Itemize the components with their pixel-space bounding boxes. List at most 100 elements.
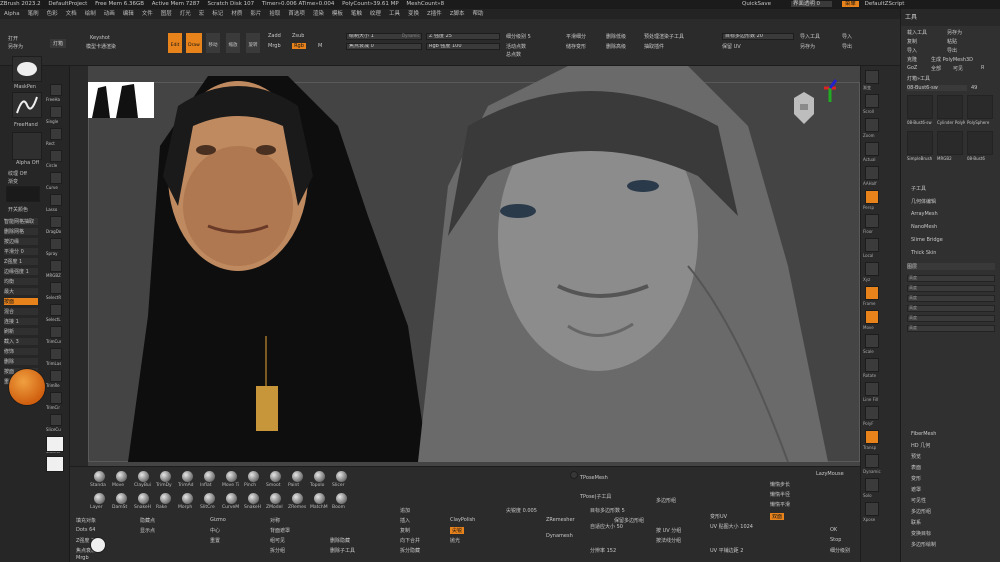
draw-button[interactable]: Draw	[186, 33, 202, 53]
tool-thumbnail[interactable]	[967, 95, 993, 119]
zsub-label[interactable]: Zsub	[292, 33, 304, 39]
right-tray-button[interactable]	[865, 310, 879, 324]
control-polygroups-by-uv[interactable]: 按 UV 分组	[656, 527, 681, 534]
stroke-tool-button[interactable]	[50, 128, 62, 140]
all-button[interactable]: 全部	[931, 65, 941, 72]
layer-slider[interactable]	[907, 285, 995, 292]
right-tray-button[interactable]	[865, 238, 879, 252]
material-sphere[interactable]	[90, 537, 106, 553]
menu-item[interactable]: Z插件	[427, 11, 442, 17]
saveas-tool-button[interactable]: 另存为	[947, 29, 962, 36]
control-backface[interactable]: 背面遮罩	[270, 527, 290, 534]
export-tool-item[interactable]: 导出	[947, 47, 957, 54]
left-tray-row[interactable]: 智能网格抽取	[4, 218, 38, 225]
menu-item[interactable]: 绘制	[85, 11, 96, 17]
control-group-split[interactable]: 拆分组	[270, 547, 285, 554]
control-group-normals[interactable]: 按法线分组	[656, 537, 681, 544]
layer-slider[interactable]	[907, 295, 995, 302]
copy-tool-button[interactable]: 复制	[907, 38, 917, 45]
default-zscript[interactable]: DefaultZScript	[865, 1, 905, 7]
right-tray-button[interactable]	[865, 94, 879, 108]
left-tray-row[interactable]: 均衡	[4, 278, 38, 285]
goz-button[interactable]: GoZ	[907, 65, 917, 71]
right-tray-button[interactable]	[865, 454, 879, 468]
brush-button[interactable]	[292, 493, 303, 504]
keep-uv-toggle[interactable]: 保留 UV	[722, 43, 741, 50]
move-button[interactable]: 移动	[206, 33, 220, 53]
paste-tool-button[interactable]: 粘贴	[947, 38, 957, 45]
control-lazy-smooth[interactable]: 懒惰平滑	[770, 501, 790, 508]
menu-item[interactable]: 文档	[66, 11, 77, 17]
control-delete-hidden[interactable]: 删除隐藏	[330, 537, 350, 544]
brush-button[interactable]	[314, 493, 325, 504]
control-gizmo[interactable]: Gizmo	[210, 517, 226, 523]
control-morph-uv[interactable]: 变形UV	[710, 513, 727, 520]
menu-item[interactable]: 灯光	[180, 11, 191, 17]
stroke-tool-button[interactable]	[50, 84, 62, 96]
menu-item[interactable]: 笔刷	[28, 11, 39, 17]
stroke-tool-button[interactable]	[50, 172, 62, 184]
control-del-sub[interactable]: 删除子工具	[330, 547, 355, 554]
menu-item[interactable]: 动画	[104, 11, 115, 17]
right-tray-button[interactable]	[865, 190, 879, 204]
brush-button[interactable]	[116, 471, 127, 482]
right-tray-button[interactable]	[865, 358, 879, 372]
zremesh-label[interactable]: 抽取插件	[644, 43, 664, 50]
brush-button[interactable]	[270, 493, 281, 504]
left-tray-row[interactable]: 修饰	[4, 348, 38, 355]
control-clay-polish[interactable]: ClayPolish	[450, 517, 475, 523]
dynamic-label[interactable]: Dynamic	[402, 33, 420, 38]
zadd-label[interactable]: Zadd	[268, 33, 281, 39]
del-lower-button[interactable]: 删除低级	[606, 33, 626, 40]
brush-button[interactable]	[160, 471, 171, 482]
subtool-menu-item[interactable]: NanoMesh	[911, 224, 937, 230]
left-tray-row[interactable]: 截入 3	[4, 338, 38, 345]
right-tray-button[interactable]	[865, 118, 879, 132]
menus-button[interactable]: 菜单	[841, 1, 859, 7]
menu-item[interactable]: 影片	[250, 11, 261, 17]
layer-slider[interactable]	[907, 325, 995, 332]
tool-subpalette[interactable]: 多边形组	[911, 508, 931, 515]
left-tray-row[interactable]: 最大	[4, 288, 38, 295]
open-button[interactable]: 打开	[8, 35, 18, 42]
menu-item[interactable]: 文件	[142, 11, 153, 17]
document-canvas[interactable]	[88, 66, 860, 466]
tool-subpalette[interactable]: 预览	[911, 453, 921, 460]
control-ok[interactable]: OK	[830, 527, 837, 533]
lightbox-tools-button[interactable]: 灯箱»工具	[907, 75, 930, 82]
brush-button[interactable]	[94, 471, 105, 482]
left-tray-row[interactable]: 按面	[4, 298, 38, 305]
edit-button[interactable]: Edit	[168, 33, 182, 53]
make-polymesh-button[interactable]: 生成 PolyMesh3D	[931, 56, 973, 63]
subdivision-label[interactable]: 细分级别 5	[506, 33, 531, 40]
export-button[interactable]: 导出	[842, 43, 852, 50]
brush-button[interactable]	[314, 471, 325, 482]
tool-subpalette[interactable]: 表面	[911, 464, 921, 471]
right-tray-button[interactable]	[865, 502, 879, 516]
left-tray-row[interactable]: 删除	[4, 358, 38, 365]
stroke-tool-button[interactable]	[50, 238, 62, 250]
smooth-subdiv-button[interactable]: 平滑细分	[566, 33, 586, 40]
menu-item[interactable]: 宏	[199, 11, 205, 17]
control-lazy-step[interactable]: 懒惰步长	[770, 481, 790, 488]
lightbox-button[interactable]: 灯箱	[50, 39, 67, 48]
alpha-thumbnail[interactable]	[12, 56, 42, 82]
tool-thumbnail[interactable]	[937, 131, 963, 155]
target-poly-slider[interactable]: 目标多边形数 20	[722, 33, 794, 40]
control-polish[interactable]: 抛光	[450, 537, 460, 544]
right-tray-button[interactable]	[865, 214, 879, 228]
control-symmetry[interactable]: 对称	[270, 517, 280, 524]
main-color-swatch[interactable]	[46, 436, 64, 452]
control-lazy-radius[interactable]: 懒惰半径	[770, 491, 790, 498]
control-uv-tiles[interactable]: UV 平铺边距 2	[710, 547, 743, 554]
menu-item[interactable]: Alpha	[4, 11, 20, 17]
right-tray-button[interactable]	[865, 70, 879, 84]
import2-button[interactable]: 导入	[842, 33, 852, 40]
mrgb-button[interactable]: Mrgb	[268, 43, 281, 49]
tool-subpalette[interactable]: 变形	[911, 475, 921, 482]
control-dynamesh[interactable]: Dynamesh	[546, 533, 573, 539]
tool-subpalette[interactable]: 变换目标	[911, 530, 931, 537]
control-sharp[interactable]: 尖锐	[450, 527, 465, 534]
control-split-hidden[interactable]: 拆分隐藏	[400, 547, 420, 554]
stroke-tool-button[interactable]	[50, 370, 62, 382]
